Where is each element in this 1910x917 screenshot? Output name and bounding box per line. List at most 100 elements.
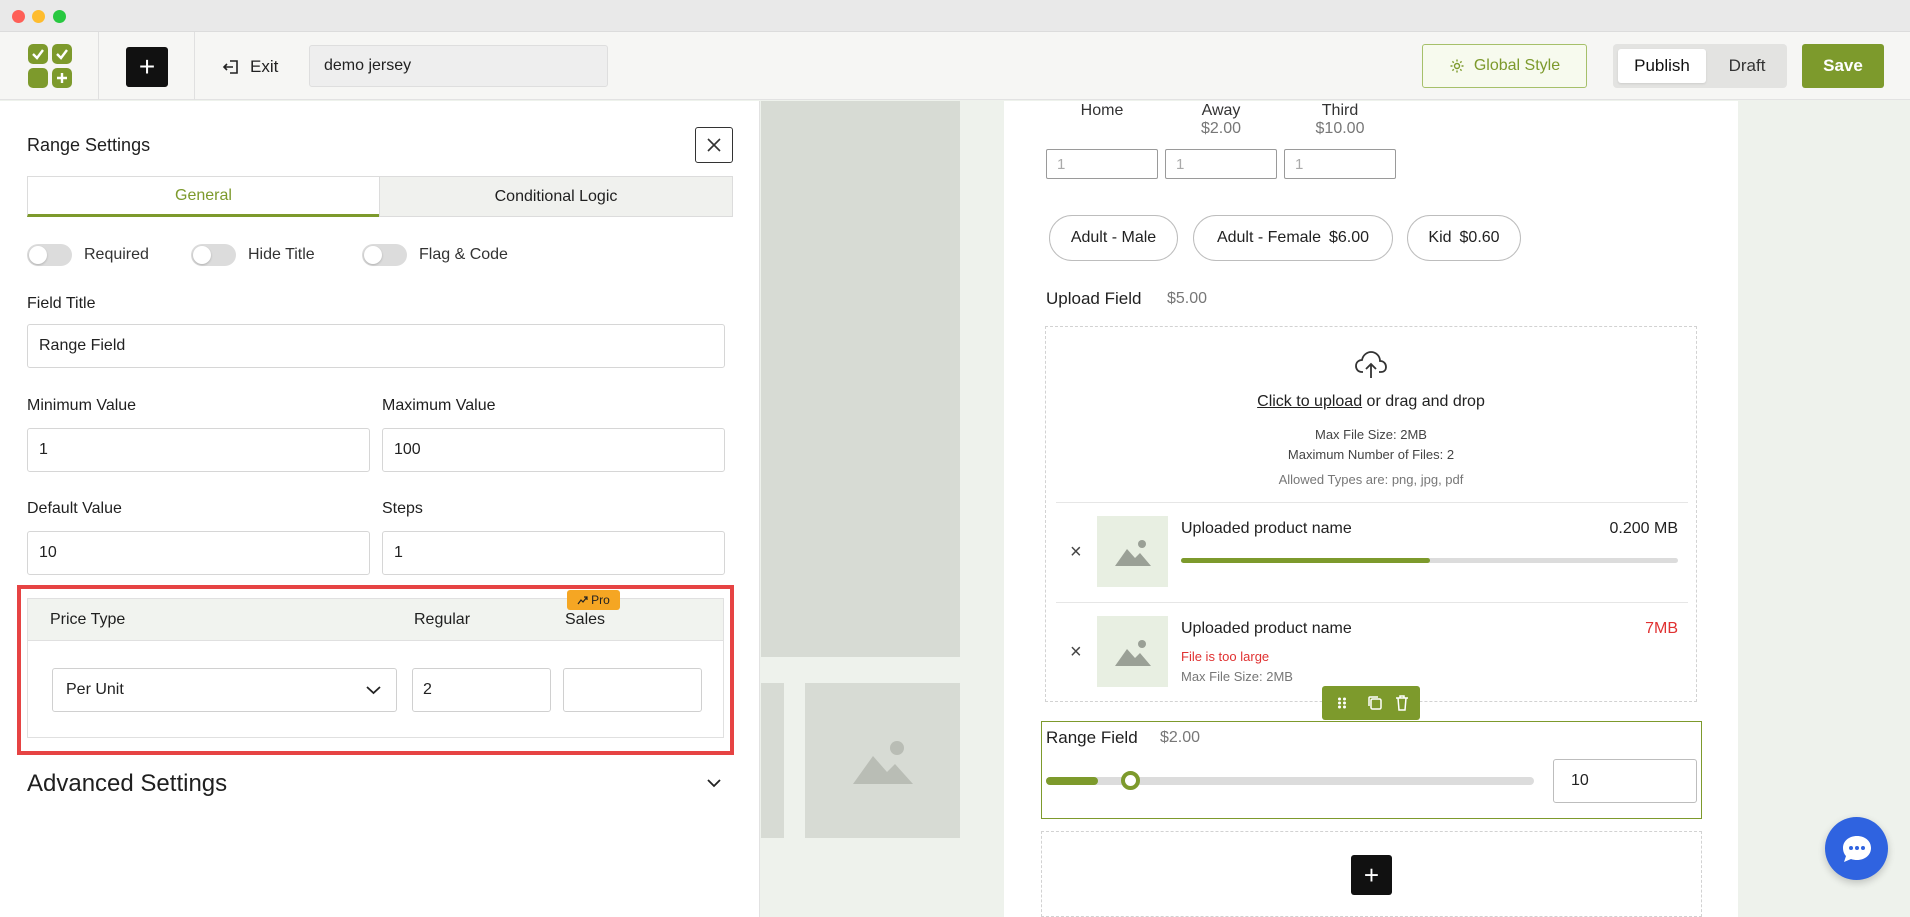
chip-label: Adult - Male: [1070, 229, 1157, 246]
range-value-input[interactable]: 10: [1553, 759, 1697, 803]
price-type-select[interactable]: Per Unit: [52, 668, 397, 712]
range-slider-track[interactable]: [1046, 777, 1534, 785]
option-chip[interactable]: Adult - Male: [1049, 215, 1178, 261]
chip-label: Kid: [1428, 229, 1452, 246]
maximum-value-input[interactable]: 100: [382, 428, 725, 472]
settings-tabs: General Conditional Logic: [27, 176, 733, 217]
chat-bubble-icon: [1842, 835, 1871, 862]
add-field-dropzone: +: [1041, 831, 1702, 917]
remove-file-icon[interactable]: ×: [1070, 641, 1082, 664]
range-field-block[interactable]: Range Field $2.00 10: [1041, 721, 1702, 819]
maximum-value-label: Maximum Value: [382, 397, 496, 414]
option-chip[interactable]: Kid $0.60: [1407, 215, 1521, 261]
range-slider-thumb[interactable]: [1121, 771, 1141, 790]
ticket-quantity-input[interactable]: 1: [1046, 149, 1158, 179]
range-field-title: Range Field: [1046, 728, 1138, 747]
chip-label: Adult - Female: [1216, 229, 1321, 246]
canvas-background-left: [761, 101, 1004, 917]
draft-button[interactable]: Draft: [1713, 49, 1781, 83]
global-style-button[interactable]: Global Style: [1422, 44, 1587, 88]
flag-code-toggle[interactable]: [362, 244, 407, 266]
ticket-option-home: Home: [1046, 102, 1158, 120]
price-settings-highlight: Price Type Regular Sales Pro Per Unit 2: [17, 585, 734, 755]
allowed-types-text: Allowed Types are: png, jpg, pdf: [1278, 472, 1464, 487]
image-icon: [1114, 639, 1151, 666]
toolbar-divider: [194, 32, 195, 100]
tab-conditional-logic[interactable]: Conditional Logic: [379, 176, 733, 217]
save-button[interactable]: Save: [1802, 44, 1884, 88]
publish-draft-toggle: Publish Draft: [1613, 44, 1787, 88]
flag-code-label: Flag & Code: [419, 246, 508, 263]
exit-button[interactable]: Exit: [222, 54, 278, 80]
upload-progress-fill: [1181, 558, 1430, 563]
option-chip[interactable]: Adult - Female $6.00: [1193, 215, 1393, 261]
chevron-down-icon[interactable]: [706, 777, 722, 789]
window-close-button[interactable]: [12, 10, 25, 23]
remove-file-icon[interactable]: ×: [1070, 541, 1082, 564]
add-field-inline-button[interactable]: +: [1351, 855, 1392, 895]
pro-badge[interactable]: Pro: [567, 590, 620, 610]
tab-general[interactable]: General: [27, 176, 380, 217]
required-toggle[interactable]: [27, 244, 72, 266]
click-to-upload-link[interactable]: Click to upload: [1257, 393, 1362, 410]
file-error-note: Max File Size: 2MB: [1181, 669, 1293, 684]
ticket-option-away: Away $2.00: [1165, 102, 1277, 138]
regular-price-input[interactable]: 2: [412, 668, 551, 712]
minimum-value-input[interactable]: 1: [27, 428, 370, 472]
pro-badge-label: Pro: [591, 593, 610, 607]
drag-handle-icon[interactable]: [1337, 694, 1347, 712]
image-placeholder: [761, 101, 960, 657]
regular-header: Regular: [414, 611, 471, 628]
hide-title-toggle-row[interactable]: Hide Title: [191, 243, 315, 267]
upload-dropzone[interactable]: Click to upload or drag and drop Max Fil…: [1045, 326, 1697, 702]
field-title-label: Field Title: [27, 295, 96, 312]
upload-progress-bar: [1181, 558, 1678, 563]
range-field-price: $2.00: [1160, 729, 1201, 746]
duplicate-icon[interactable]: [1366, 694, 1384, 712]
ticket-label: Third: [1321, 102, 1359, 119]
chip-price: $0.60: [1459, 229, 1500, 246]
image-placeholder: [805, 683, 960, 838]
upload-field-title: Upload Field: [1046, 289, 1142, 308]
hide-title-toggle[interactable]: [191, 244, 236, 266]
sales-price-input[interactable]: [563, 668, 702, 712]
max-files-text: Maximum Number of Files: 2: [1287, 447, 1455, 462]
trash-icon[interactable]: [1394, 694, 1410, 712]
field-title-input[interactable]: Range Field: [27, 324, 725, 368]
required-toggle-row[interactable]: Required: [27, 243, 149, 267]
close-panel-button[interactable]: [695, 127, 733, 163]
advanced-settings-header[interactable]: Advanced Settings: [27, 770, 227, 798]
price-settings-table: Price Type Regular Sales Pro Per Unit 2: [27, 590, 724, 738]
trend-up-icon: [577, 595, 588, 604]
ticket-quantity-input[interactable]: 1: [1284, 149, 1396, 179]
price-table-header: Price Type Regular Sales Pro: [28, 590, 723, 641]
file-size: 7MB: [1645, 620, 1678, 637]
app-logo[interactable]: [28, 44, 72, 88]
steps-input[interactable]: 1: [382, 531, 725, 575]
chip-price: $6.00: [1329, 229, 1370, 246]
hide-title-label: Hide Title: [248, 246, 315, 263]
price-type-header: Price Type: [50, 611, 126, 628]
panel-title: Range Settings: [27, 135, 151, 155]
chat-support-button[interactable]: [1825, 817, 1888, 880]
ticket-quantity-input[interactable]: 1: [1165, 149, 1277, 179]
gear-icon: [1450, 59, 1464, 73]
window-minimize-button[interactable]: [32, 10, 45, 23]
upload-instruction: Click to upload or drag and drop: [1046, 393, 1696, 411]
exit-label: Exit: [250, 57, 279, 76]
file-thumbnail: [1097, 616, 1168, 687]
add-field-button[interactable]: +: [126, 47, 168, 87]
image-icon: [1114, 539, 1151, 566]
minimum-value-label: Minimum Value: [27, 397, 137, 414]
form-name-input[interactable]: [309, 45, 608, 87]
window-zoom-button[interactable]: [53, 10, 66, 23]
ticket-label: Home: [1080, 102, 1124, 119]
default-value-input[interactable]: 10: [27, 531, 370, 575]
flag-code-toggle-row[interactable]: Flag & Code: [362, 243, 508, 267]
image-placeholder: [761, 683, 784, 838]
publish-button[interactable]: Publish: [1618, 49, 1706, 83]
exit-icon: [222, 60, 238, 74]
file-name: Uploaded product name: [1181, 620, 1352, 637]
file-thumbnail: [1097, 516, 1168, 587]
window-titlebar: [0, 0, 1910, 32]
